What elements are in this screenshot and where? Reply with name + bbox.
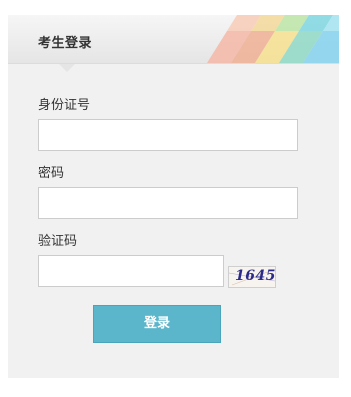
password-input[interactable]: [38, 187, 298, 219]
captcha-input[interactable]: [38, 255, 224, 287]
id-number-input[interactable]: [38, 119, 298, 151]
login-button[interactable]: 登录: [93, 305, 221, 343]
panel-header: 考生登录: [8, 15, 339, 64]
header-decoration: [207, 15, 339, 63]
panel-title: 考生登录: [38, 36, 93, 51]
password-label: 密码: [38, 166, 65, 181]
captcha-label: 验证码: [38, 234, 78, 249]
id-number-label: 身份证号: [38, 98, 91, 113]
captcha-text: 1645: [235, 268, 276, 284]
captcha-image[interactable]: 1645: [228, 266, 276, 288]
login-panel: 考生登录 身份证号 密码 验证码 1645 登录: [8, 15, 339, 378]
header-pointer: [59, 64, 75, 72]
